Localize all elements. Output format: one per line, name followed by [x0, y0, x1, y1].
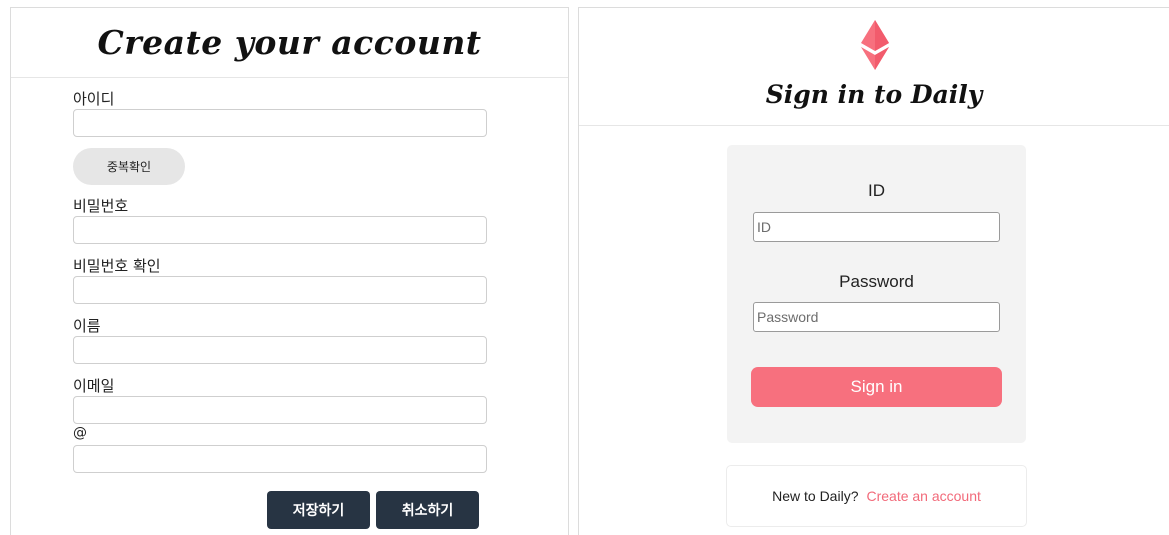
id-field-label: ID [868, 181, 885, 200]
signin-id-input[interactable] [753, 212, 1000, 242]
email-label: 이메일 [73, 377, 115, 395]
signin-form: ID Password Sign in [727, 145, 1026, 443]
signin-title: Sign in to Daily [765, 80, 983, 109]
password-confirm-input[interactable] [73, 276, 487, 304]
password-label: 비밀번호 [73, 197, 129, 215]
cancel-button[interactable]: 취소하기 [376, 491, 479, 529]
signin-panel: Sign in to Daily ID Password Sign in New… [578, 7, 1169, 535]
create-account-link[interactable]: Create an account [866, 488, 980, 504]
password-field-label: Password [839, 272, 914, 291]
signin-password-input[interactable] [753, 302, 1000, 332]
ethereum-diamond-icon [861, 20, 889, 70]
create-account-box: New to Daily? Create an account [726, 465, 1027, 527]
password-confirm-label: 비밀번호 확인 [73, 257, 161, 275]
email-local-input[interactable] [73, 396, 487, 424]
new-to-daily-text: New to Daily? [772, 488, 859, 504]
page-title: Create your account [97, 23, 482, 62]
id-input[interactable] [73, 109, 487, 137]
name-input[interactable] [73, 336, 487, 364]
signin-header: Sign in to Daily [579, 8, 1169, 126]
signup-header: Create your account [11, 8, 568, 78]
name-label: 이름 [73, 317, 101, 335]
id-label: 아이디 [73, 90, 115, 108]
duplicate-check-button[interactable]: 중복확인 [73, 148, 185, 185]
signin-button[interactable]: Sign in [751, 367, 1002, 407]
signup-panel: Create your account 아이디 중복확인 비밀번호 비밀번호 확… [10, 7, 569, 535]
email-at-label: @ [73, 425, 87, 441]
save-button[interactable]: 저장하기 [267, 491, 370, 529]
email-domain-input[interactable] [73, 445, 487, 473]
password-input[interactable] [73, 216, 487, 244]
